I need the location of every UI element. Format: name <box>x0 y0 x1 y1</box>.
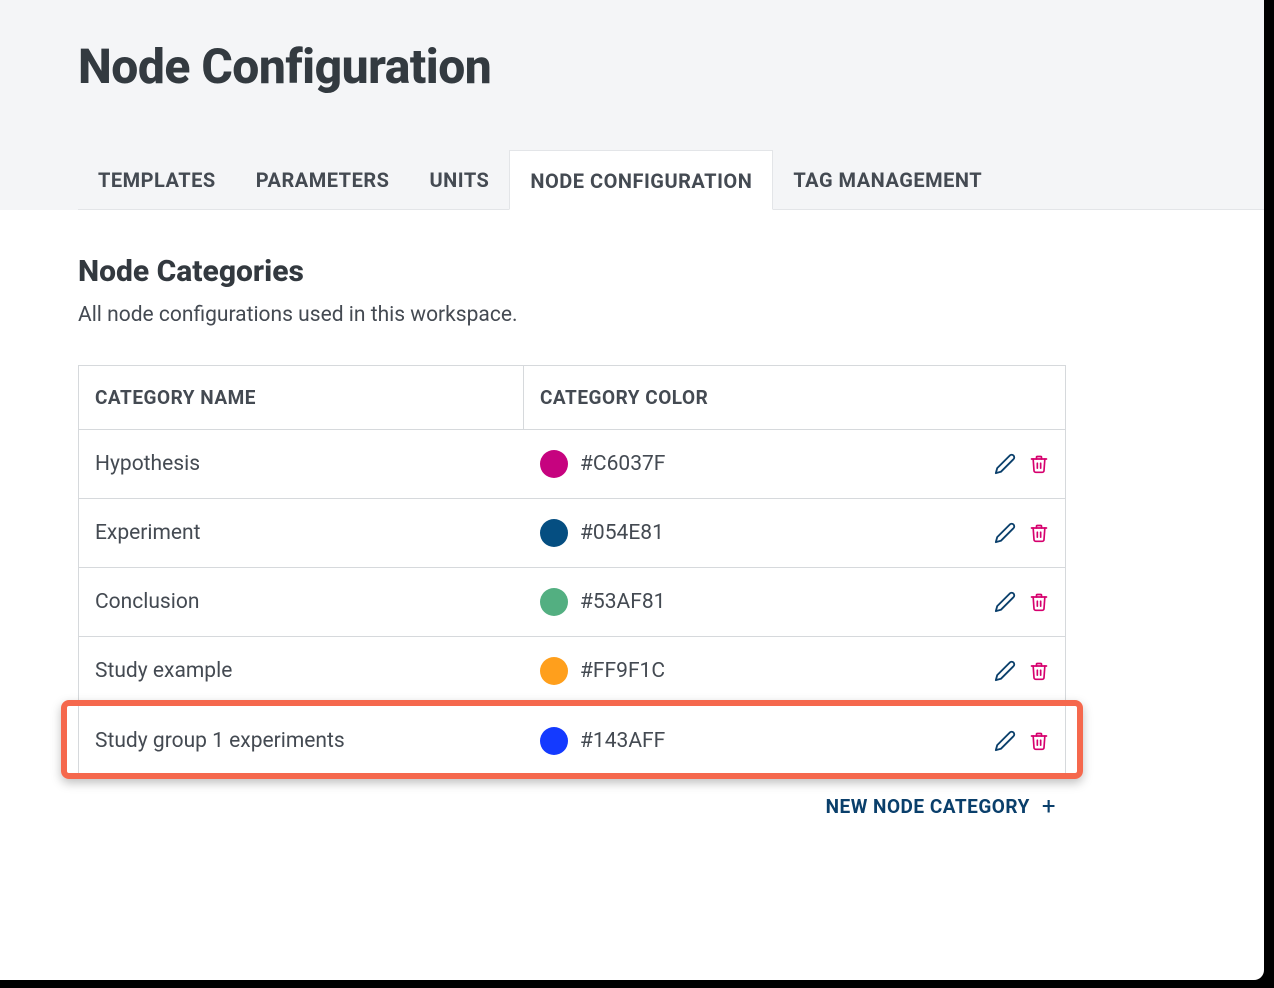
table-row: Experiment #054E81 <box>79 499 1065 568</box>
color-hex-label: #054E81 <box>580 521 664 545</box>
table-header-row: CATEGORY NAME CATEGORY COLOR <box>79 366 1065 430</box>
category-name: Study example <box>79 659 524 683</box>
column-header-name: CATEGORY NAME <box>79 366 524 429</box>
category-color: #143AFF <box>524 727 1065 755</box>
edit-icon[interactable] <box>993 452 1017 476</box>
new-node-category-button[interactable]: NEW NODE CATEGORY + <box>78 776 1066 818</box>
row-actions <box>993 521 1051 545</box>
category-color: #53AF81 <box>524 588 1065 616</box>
color-swatch <box>540 450 568 478</box>
category-color: #FF9F1C <box>524 657 1065 685</box>
table-row: Study example #FF9F1C <box>79 637 1065 706</box>
row-actions <box>993 590 1051 614</box>
row-actions <box>993 452 1051 476</box>
tab-node-configuration[interactable]: NODE CONFIGURATION <box>509 150 773 210</box>
edit-icon[interactable] <box>993 729 1017 753</box>
delete-icon[interactable] <box>1027 729 1051 753</box>
section-title: Node Categories <box>78 254 1186 289</box>
delete-icon[interactable] <box>1027 521 1051 545</box>
category-color: #054E81 <box>524 519 1065 547</box>
category-name: Study group 1 experiments <box>79 729 524 753</box>
table-row: Study group 1 experiments #143AFF <box>79 706 1065 775</box>
categories-table: CATEGORY NAME CATEGORY COLOR Hypothesis #… <box>78 365 1066 776</box>
delete-icon[interactable] <box>1027 659 1051 683</box>
tab-units[interactable]: UNITS <box>409 150 509 210</box>
category-color: #C6037F <box>524 450 1065 478</box>
color-swatch <box>540 519 568 547</box>
color-swatch <box>540 588 568 616</box>
tab-tag-management[interactable]: TAG MANAGEMENT <box>773 150 1002 210</box>
color-swatch <box>540 727 568 755</box>
section-description: All node configurations used in this wor… <box>78 303 1186 327</box>
category-name: Hypothesis <box>79 452 524 476</box>
new-category-label: NEW NODE CATEGORY <box>826 795 1030 818</box>
tab-templates[interactable]: TEMPLATES <box>78 150 236 210</box>
table-row: Hypothesis #C6037F <box>79 430 1065 499</box>
delete-icon[interactable] <box>1027 590 1051 614</box>
row-actions <box>993 729 1051 753</box>
table-row: Conclusion #53AF81 <box>79 568 1065 637</box>
column-header-color: CATEGORY COLOR <box>524 366 1065 429</box>
category-name: Conclusion <box>79 590 524 614</box>
color-hex-label: #53AF81 <box>580 590 665 614</box>
tabs: TEMPLATESPARAMETERSUNITSNODE CONFIGURATI… <box>78 149 1264 210</box>
category-name: Experiment <box>79 521 524 545</box>
color-swatch <box>540 657 568 685</box>
plus-icon: + <box>1042 794 1056 818</box>
page-title: Node Configuration <box>78 38 1264 95</box>
edit-icon[interactable] <box>993 659 1017 683</box>
color-hex-label: #C6037F <box>580 452 665 476</box>
edit-icon[interactable] <box>993 590 1017 614</box>
color-hex-label: #FF9F1C <box>580 659 665 683</box>
tab-parameters[interactable]: PARAMETERS <box>236 150 410 210</box>
row-actions <box>993 659 1051 683</box>
color-hex-label: #143AFF <box>580 729 665 753</box>
delete-icon[interactable] <box>1027 452 1051 476</box>
edit-icon[interactable] <box>993 521 1017 545</box>
